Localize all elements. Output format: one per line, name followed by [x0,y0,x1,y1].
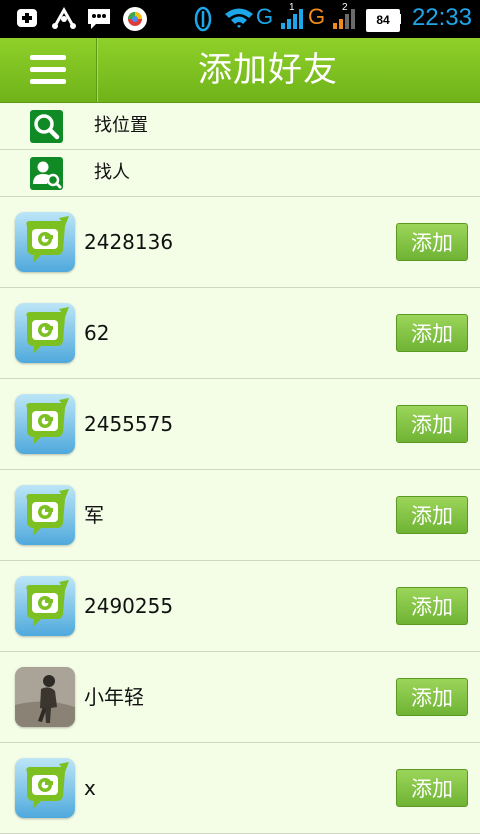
status-bar: G 1 G 2 84 22:33 [0,0,480,38]
add-friend-button[interactable]: 添加 [396,587,468,625]
message-icon [88,9,110,29]
signal-strength-1-icon [281,9,303,29]
add-friend-button[interactable]: 添加 [396,678,468,716]
app-logo-avatar [15,303,75,363]
photo-avatar [15,667,75,727]
signal-strength-2-icon [333,9,355,29]
status-time: 22:33 [411,4,472,31]
network-type-2: G [308,4,326,29]
list-item[interactable]: 2428136 添加 [0,197,480,288]
page-title: 添加好友 [198,50,338,90]
list-item[interactable]: x 添加 [0,743,480,834]
battery-icon: 84 [366,9,400,32]
network-type-1: G [256,4,274,29]
contact-name: 2455575 [84,412,174,436]
wifi-icon [225,8,253,28]
search-icon [30,110,63,143]
contact-name: 军 [84,503,104,527]
list-item[interactable]: 2490255 添加 [0,561,480,652]
app-logo-avatar [15,758,75,818]
browser-app-icon [123,7,147,31]
menu-button[interactable] [0,38,97,102]
usb-add-icon [17,9,37,27]
list-item[interactable]: 军 添加 [0,470,480,561]
app-logo-avatar [15,394,75,454]
contact-name: 2428136 [84,230,174,254]
add-friend-button[interactable]: 添加 [396,769,468,807]
find-person-icon [30,157,63,190]
title-bar: 添加好友 [0,38,480,103]
option-label: 找人 [94,162,130,183]
contact-name: 2490255 [84,594,174,618]
usb-debug-icon [52,6,76,29]
option-label: 找位置 [94,115,148,136]
add-friend-button[interactable]: 添加 [396,405,468,443]
battery-tip [398,14,401,24]
add-friend-button[interactable]: 添加 [396,223,468,261]
contact-name: x [84,776,96,800]
app-logo-avatar [15,212,75,272]
battery-level: 84 [376,13,390,27]
add-friend-button[interactable]: 添加 [396,496,468,534]
add-friend-button[interactable]: 添加 [396,314,468,352]
data-sync-icon [194,6,212,32]
list-item[interactable]: 2455575 添加 [0,379,480,470]
list-item[interactable]: 62 添加 [0,288,480,379]
contact-name: 62 [84,321,110,345]
list-item[interactable]: 小年轻 添加 [0,652,480,743]
contact-name: 小年轻 [84,685,144,709]
option-find-location[interactable]: 找位置 [0,103,480,150]
option-find-person[interactable]: 找人 [0,150,480,197]
app-logo-avatar [15,576,75,636]
app-logo-avatar [15,485,75,545]
